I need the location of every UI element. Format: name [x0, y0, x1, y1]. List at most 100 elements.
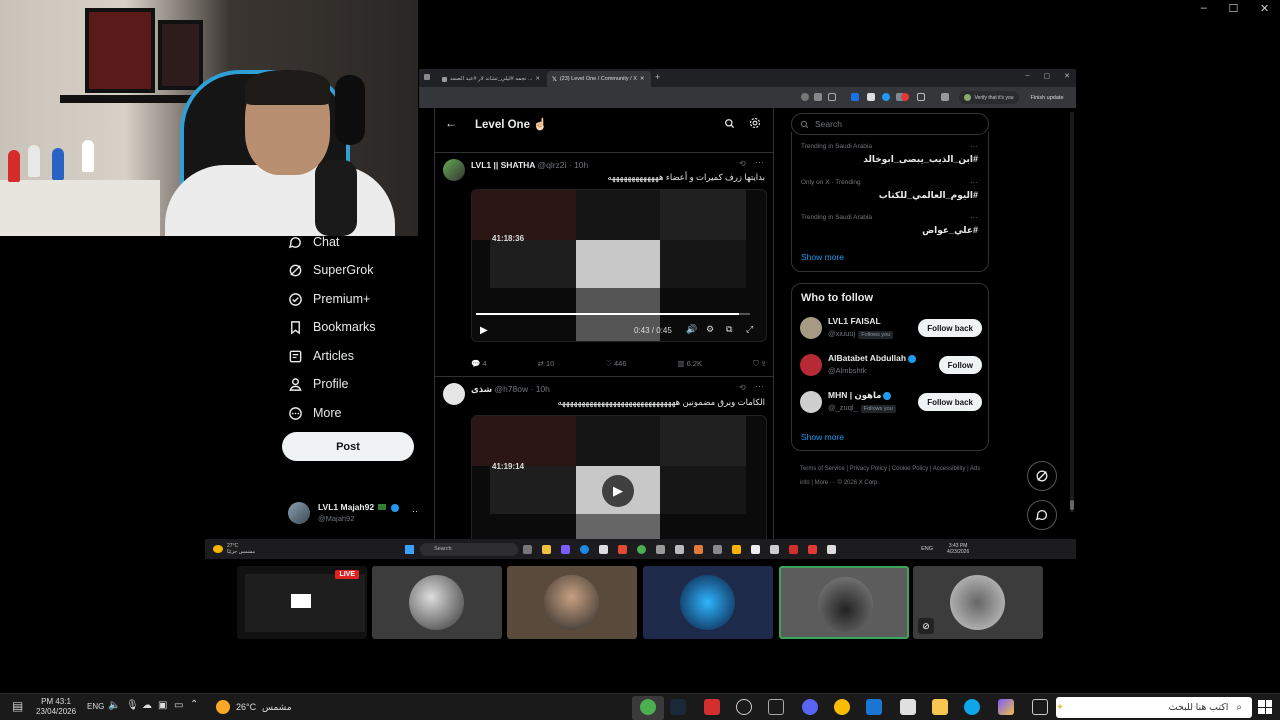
- participant-tile-speaking[interactable]: [779, 566, 909, 639]
- video-progress-bar[interactable]: [476, 313, 750, 315]
- nav-premium[interactable]: Premium+: [288, 287, 370, 311]
- nav-supergrok[interactable]: SuperGrok: [288, 258, 373, 282]
- device-icon[interactable]: ▭: [174, 700, 183, 711]
- language-indicator[interactable]: ENG: [87, 702, 104, 711]
- new-tab-button[interactable]: +: [655, 72, 660, 82]
- close-tab-icon[interactable]: ✕: [640, 76, 645, 82]
- extension-icon[interactable]: [867, 93, 875, 101]
- trend-item[interactable]: #علي_عواض: [922, 225, 978, 236]
- grok-fab-button[interactable]: [1027, 461, 1057, 491]
- show-hidden-icons[interactable]: ⌃: [190, 699, 198, 710]
- volume-icon[interactable]: 🔈: [108, 700, 120, 711]
- participant-tile-screen[interactable]: LIVE: [237, 566, 367, 639]
- play-icon[interactable]: ▶: [480, 325, 488, 336]
- nav-profile[interactable]: Profile: [288, 372, 348, 396]
- app-a-icon[interactable]: [704, 699, 720, 715]
- trend-more-icon[interactable]: ···: [970, 142, 978, 151]
- star-icon[interactable]: [828, 93, 836, 101]
- participant-tile[interactable]: [372, 566, 502, 639]
- mail-icon[interactable]: [866, 699, 882, 715]
- back-arrow-icon[interactable]: ←: [445, 116, 457, 130]
- grok-icon[interactable]: ⟲: [739, 383, 746, 392]
- tweet[interactable]: LVL1 || SHATHA @qlrz2i · 10h ⟲ ··· بدايت…: [435, 152, 773, 374]
- footer-link[interactable]: Cookie Policy: [892, 466, 928, 472]
- tweet-more-icon[interactable]: ···: [755, 381, 764, 391]
- file-explorer-icon[interactable]: [932, 699, 948, 715]
- participant-tile[interactable]: [507, 566, 637, 639]
- trend-item[interactable]: #اليوم_العالمي_للكتاب: [879, 190, 978, 201]
- post-button[interactable]: Post: [282, 432, 414, 461]
- show-more-link[interactable]: Show more: [801, 252, 844, 262]
- task-view-icon[interactable]: [1032, 699, 1048, 715]
- footer-link[interactable]: Terms of Service: [800, 466, 845, 472]
- cast-icon[interactable]: [814, 93, 822, 101]
- browser-maximize-button[interactable]: ▢: [1044, 72, 1051, 80]
- discord-icon[interactable]: [802, 699, 818, 715]
- nav-articles[interactable]: Articles: [288, 344, 354, 368]
- trend-more-icon[interactable]: ···: [970, 178, 978, 187]
- network-icon[interactable]: ▣: [158, 700, 167, 711]
- avatar[interactable]: [443, 383, 465, 405]
- participant-tile[interactable]: [643, 566, 773, 639]
- close-tab-icon[interactable]: ✕: [535, 76, 540, 82]
- nav-chat[interactable]: Chat: [288, 230, 339, 254]
- tab-menu-icon[interactable]: [424, 74, 430, 80]
- steam-icon[interactable]: [670, 699, 686, 715]
- close-button[interactable]: ✕: [1260, 2, 1269, 15]
- show-more-link[interactable]: Show more: [801, 432, 844, 442]
- follow-button[interactable]: Follow: [938, 356, 982, 374]
- account-switcher[interactable]: LVL1 Majah92 @Majah92 ···: [288, 498, 428, 528]
- browser-minimize-button[interactable]: –: [1026, 72, 1030, 80]
- follow-suggestion[interactable]: MHN | ماهون @_zuql_ Follows you Follow ba…: [800, 388, 982, 418]
- nav-bookmarks[interactable]: Bookmarks: [288, 315, 376, 339]
- windows-start-button[interactable]: [1258, 700, 1272, 714]
- volume-icon[interactable]: 🔊: [686, 324, 697, 335]
- settings-gear-icon[interactable]: [749, 117, 761, 129]
- messages-fab-button[interactable]: [1027, 500, 1057, 530]
- edge-icon[interactable]: [964, 699, 980, 715]
- tab-2[interactable]: 𝕏 (23) Level One / Community / X ✕: [547, 71, 651, 87]
- fullscreen-icon[interactable]: ⤢: [746, 324, 753, 335]
- app-x-icon[interactable]: [768, 699, 784, 715]
- extension-icon[interactable]: [851, 93, 859, 101]
- footer-link[interactable]: Accessibility: [933, 466, 966, 472]
- chrome-icon[interactable]: [834, 699, 850, 715]
- extensions-puzzle-icon[interactable]: [917, 93, 925, 101]
- obs-icon[interactable]: [736, 699, 752, 715]
- follow-back-button[interactable]: Follow back: [918, 393, 982, 411]
- participant-tile[interactable]: ⊘: [913, 566, 1043, 639]
- notification-icon[interactable]: ▤: [12, 699, 23, 713]
- follow-suggestion[interactable]: LVL1 FAISAL @xiuuuj Follows you Follow ba…: [800, 314, 982, 344]
- cloud-icon[interactable]: ☁: [142, 700, 152, 711]
- zoom-icon[interactable]: [801, 93, 809, 101]
- microphone-icon[interactable]: 🎙: [126, 700, 139, 711]
- extension-icon[interactable]: [882, 93, 890, 101]
- follow-suggestion[interactable]: AlBatabet Abdullah @Almbshtk Follow: [800, 351, 982, 381]
- tweet-more-icon[interactable]: ···: [755, 157, 764, 167]
- tweet-video[interactable]: 41:18:36 ▶ 0:43 / 0:45 🔊 ⚙ ⧉ ⤢: [471, 189, 767, 342]
- browser-close-button[interactable]: ✕: [1064, 72, 1070, 80]
- video-settings-icon[interactable]: ⚙: [706, 324, 714, 335]
- tweet-author[interactable]: شذى: [471, 384, 492, 394]
- tweet-author[interactable]: LVL1 || SHATHA: [471, 160, 535, 170]
- tab-1[interactable]: نجمه #ليلي_تشاند لار #عبد الصمد ... ✕: [437, 71, 545, 87]
- nav-more[interactable]: More: [288, 401, 341, 425]
- chrome-icon[interactable]: [640, 699, 656, 715]
- follow-back-button[interactable]: Follow back: [918, 319, 982, 337]
- tweet[interactable]: شذى @h78ow · 10h ⟲ ··· الكامات وبرق مضمو…: [435, 376, 773, 539]
- trend-more-icon[interactable]: ···: [970, 213, 978, 222]
- footer-link[interactable]: More ···: [815, 480, 836, 486]
- reply-button[interactable]: 💬 4: [471, 359, 487, 369]
- downloads-icon[interactable]: [941, 93, 949, 101]
- footer-link[interactable]: Privacy Policy: [850, 466, 887, 472]
- maximize-button[interactable]: ☐: [1229, 2, 1239, 15]
- play-button[interactable]: ▶: [602, 475, 634, 507]
- bookmark-icon[interactable]: ⛉ ⇪: [753, 359, 767, 369]
- trend-item[interactable]: #ابن_الذيب_يبصى_ابوخالد: [863, 154, 978, 165]
- store-icon[interactable]: [900, 699, 916, 715]
- search-icon[interactable]: [724, 118, 735, 129]
- windows-start-icon[interactable]: [405, 544, 415, 554]
- minimize-button[interactable]: –: [1201, 2, 1207, 14]
- copilot-icon[interactable]: [998, 699, 1014, 715]
- verify-identity-button[interactable]: Verify that it's you: [959, 91, 1019, 104]
